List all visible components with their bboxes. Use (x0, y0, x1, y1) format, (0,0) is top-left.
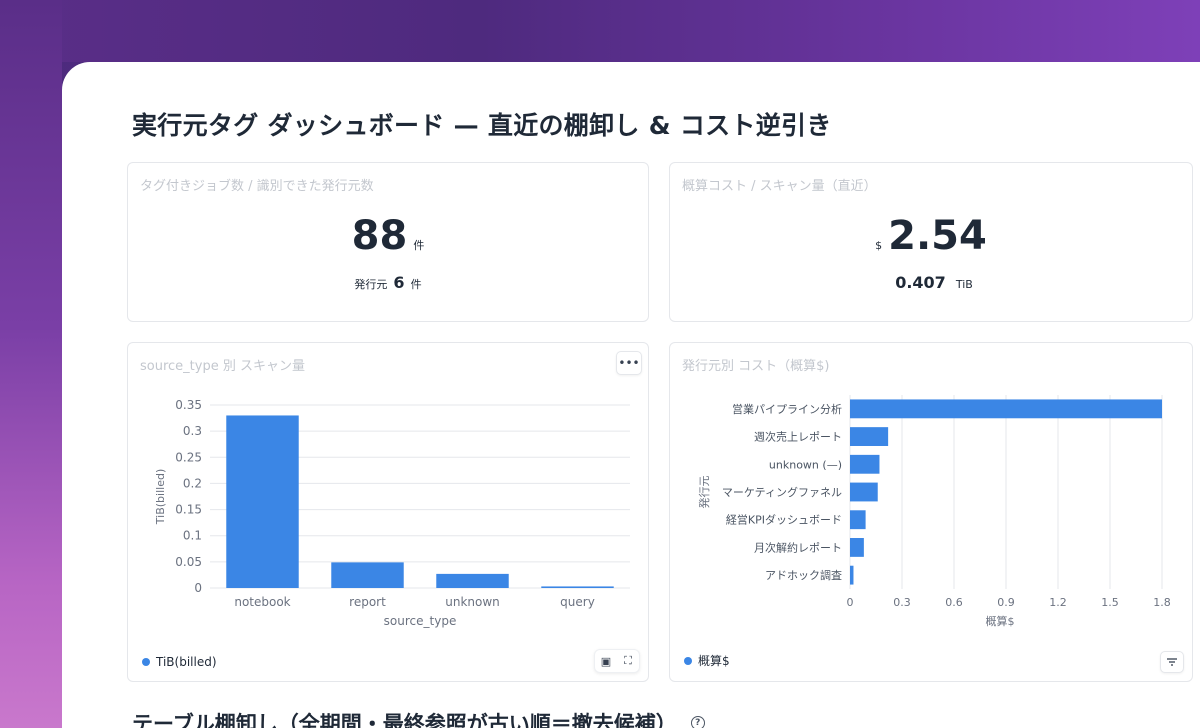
kpi-sub-value: 発行元 6 件 (128, 273, 648, 292)
kpi-main-value: 88 件 (128, 213, 648, 259)
legend-label: 概算$ (698, 654, 730, 668)
y-tick-label: 0.3 (183, 424, 202, 438)
cost-value: 2.54 (888, 213, 987, 259)
background-left (0, 0, 62, 728)
x-tick-label: 0.3 (893, 596, 911, 609)
bar (850, 510, 866, 530)
jobs-count: 88 (351, 213, 408, 259)
bar (850, 565, 854, 585)
x-axis-label: source_type (384, 614, 457, 628)
y-tick-label: 0.25 (175, 450, 202, 464)
kpi-card-jobs: タグ付きジョブ数 / 識別できた発行元数 88 件 発行元 6 件 (127, 162, 649, 322)
x-tick-label: 1.5 (1101, 596, 1119, 609)
legend-label: TiB(billed) (156, 655, 217, 669)
y-axis-label: 発行元 (697, 476, 711, 509)
jobs-unit: 件 (413, 239, 425, 252)
fullscreen-icon[interactable]: ⛶ (617, 650, 639, 672)
bar (850, 482, 878, 502)
background-top (0, 0, 1200, 62)
x-tick-label: 0 (847, 596, 854, 609)
y-axis-label: TiB(billed) (154, 469, 167, 525)
bar (331, 562, 404, 588)
x-tick-label: report (349, 595, 386, 609)
issuer-label: 発行元 (354, 278, 388, 291)
x-tick-label: 1.2 (1049, 596, 1067, 609)
issuer-cost-bar-chart: 0 0.3 0.6 0.9 1.2 1.5 1.8 営業パイプライン分析週次売上レポート unk… (697, 395, 1171, 628)
issuer-count: 6 (393, 273, 405, 292)
y-tick-label: 0.05 (175, 555, 202, 569)
x-tick-label: notebook (234, 595, 290, 609)
source-type-bar-chart: 0 0.05 0.1 0.15 0.2 0.25 0.3 0.35 notebook report… (154, 398, 630, 628)
issuer-unit: 件 (410, 278, 422, 291)
x-tick-label: 1.8 (1153, 596, 1171, 609)
y-tick-label: 週次売上レポート (754, 430, 842, 444)
bar (850, 538, 864, 557)
x-axis-label: 概算$ (986, 614, 1015, 628)
kpi-card-cost: 概算コスト / スキャン量（直近） $2.54 0.407 TiB (669, 162, 1193, 322)
bar (541, 586, 614, 588)
y-tick-label: 0.15 (175, 503, 202, 517)
card-title: タグ付きジョブ数 / 識別できた発行元数 (140, 179, 374, 194)
y-tick-label: 経営KPIダッシュボード (726, 513, 842, 527)
image-icon[interactable]: ▣ (595, 650, 617, 672)
currency-prefix: $ (875, 239, 883, 252)
bar (850, 454, 880, 474)
bar (226, 415, 299, 588)
chart-legend[interactable]: 概算$ (684, 652, 730, 669)
y-tick-label: 0 (194, 581, 202, 595)
section-title-table-inventory: テーブル棚卸し（全期間・最終参照が古い順＝撤去候補） ? (132, 708, 705, 728)
y-tick-label: アドホック調査 (765, 568, 842, 582)
bar (436, 573, 509, 588)
scan-unit: TiB (955, 278, 973, 291)
chart-legend[interactable]: TiB(billed) (142, 655, 217, 669)
y-tick-label: 月次解約レポート (754, 540, 842, 554)
help-icon[interactable]: ? (690, 716, 705, 728)
filter-icon[interactable] (1160, 651, 1184, 673)
legend-swatch (142, 658, 150, 666)
section-title-text: テーブル棚卸し（全期間・最終参照が古い順＝撤去候補） (132, 712, 677, 728)
y-tick-label: 0.35 (175, 398, 202, 412)
x-tick-label: unknown (445, 595, 500, 609)
kpi-main-value: $2.54 (670, 213, 1192, 259)
y-tick-label: 0.1 (183, 529, 202, 543)
scan-value: 0.407 (895, 273, 946, 292)
y-tick-label: unknown (—) (769, 458, 842, 471)
kpi-sub-value: 0.407 TiB (670, 273, 1192, 292)
chart-card-source-type: source_type 別 スキャン量 ••• 0 0.05 0.1 0.15 0.2 0… (127, 342, 649, 682)
legend-swatch (684, 656, 692, 665)
card-title: 概算コスト / スキャン量（直近） (682, 179, 877, 194)
y-tick-label: 営業パイプライン分析 (732, 402, 842, 416)
x-tick-label: query (560, 595, 595, 609)
chart-card-issuer-cost: 発行元別 コスト（概算$) 0 0.3 0.6 0.9 1.2 1.5 1.8 営業パイプライ… (669, 342, 1193, 682)
dashboard-panel: 実行元タグ ダッシュボード — 直近の棚卸し & コスト逆引き タグ付きジョブ数… (62, 62, 1200, 728)
bar (850, 427, 889, 446)
filter-glyph (1167, 658, 1177, 666)
x-tick-label: 0.6 (945, 596, 963, 609)
x-tick-label: 0.9 (997, 596, 1015, 609)
y-tick-label: マーケティングファネル (722, 485, 842, 499)
y-tick-label: 0.2 (183, 476, 202, 490)
page-title: 実行元タグ ダッシュボード — 直近の棚卸し & コスト逆引き (132, 111, 832, 140)
bar (850, 399, 1162, 419)
chart-actions: ▣ ⛶ (594, 649, 640, 673)
